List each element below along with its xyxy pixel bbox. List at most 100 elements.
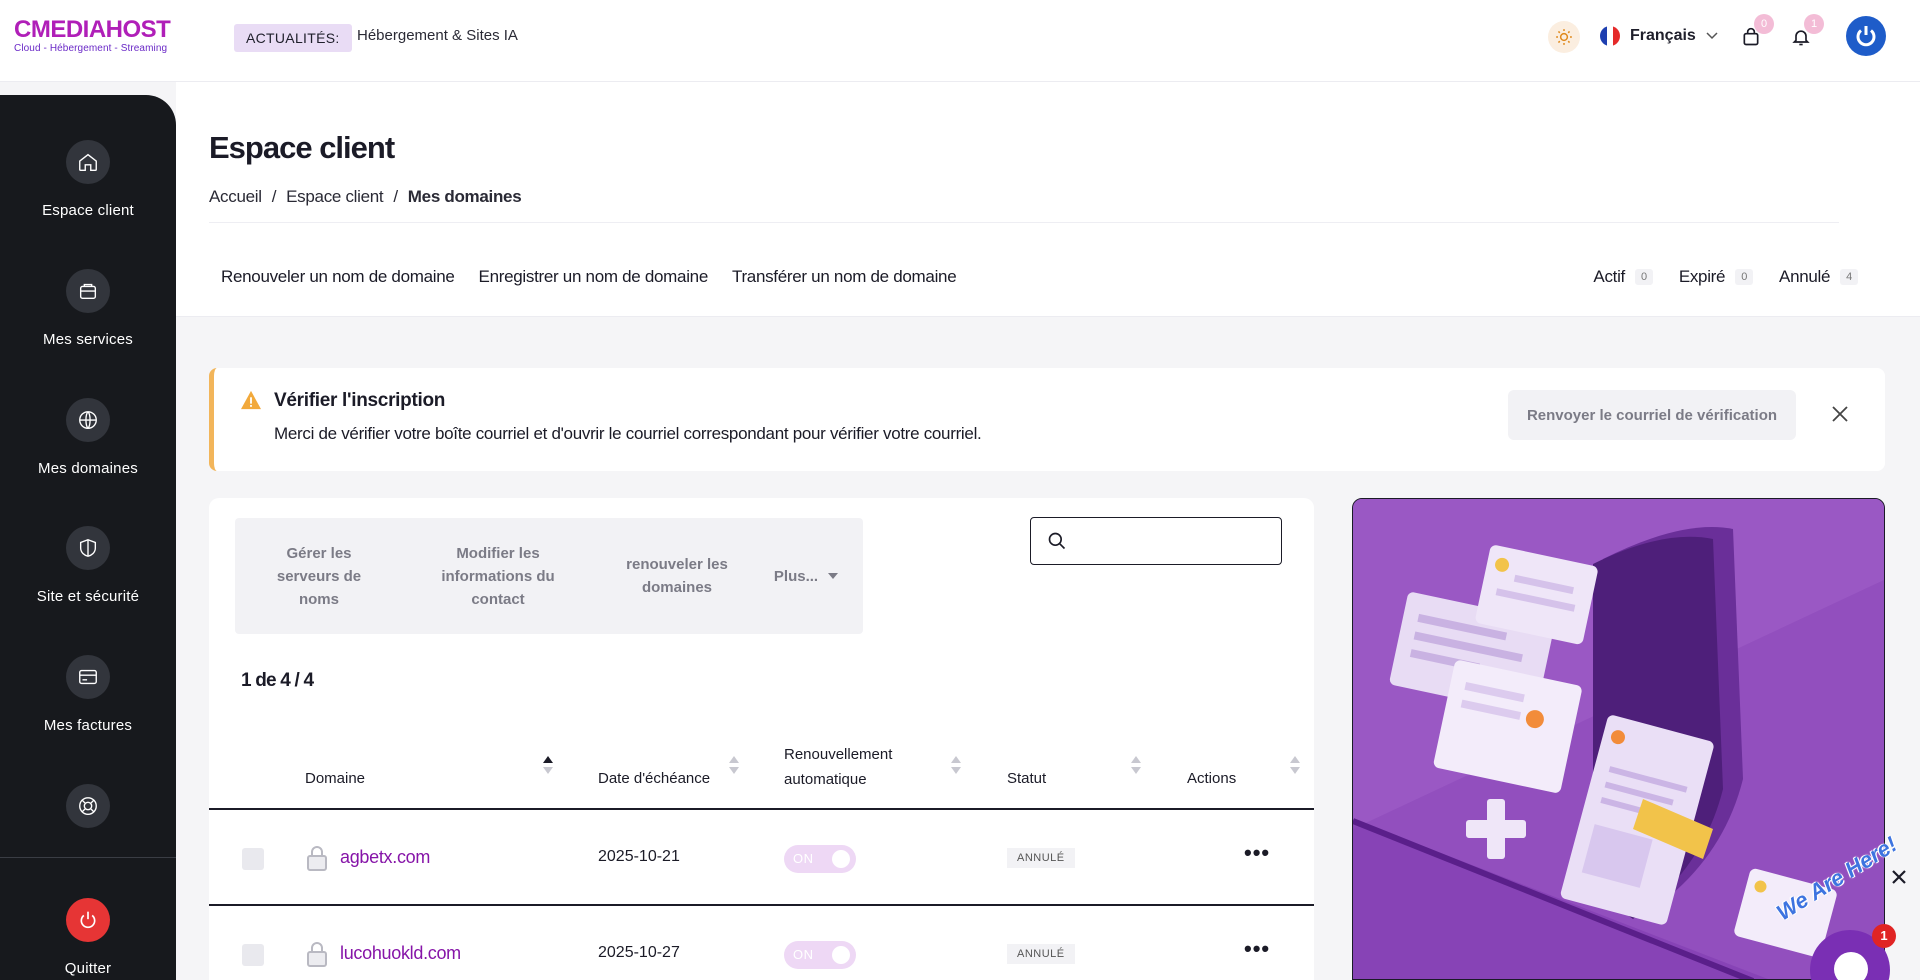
sidebar-icon-wrap: [66, 526, 110, 570]
breadcrumb-current: Mes domaines: [407, 187, 522, 206]
column-header-domain[interactable]: Domaine: [305, 766, 365, 791]
quit-icon-wrap: [66, 898, 110, 942]
sidebar-icon-wrap: [66, 784, 110, 828]
language-selector[interactable]: Français: [1600, 26, 1718, 46]
notification-count-badge: 1: [1804, 14, 1824, 34]
user-avatar-button[interactable]: [1846, 16, 1886, 56]
sort-arrows-icon[interactable]: [951, 756, 961, 774]
status-count-badge: 0: [1735, 269, 1754, 285]
quit-button[interactable]: Quitter: [0, 898, 176, 977]
alert-title: Vérifier l'inscription: [274, 390, 446, 411]
search-field[interactable]: [1030, 517, 1282, 565]
sidebar-item-label: Mes domaines: [38, 460, 138, 477]
bulk-manage-nameservers-button[interactable]: Gérer les serveurs de noms: [235, 542, 403, 611]
breadcrumb-divider: [209, 222, 1839, 223]
resend-verification-button[interactable]: Renvoyer le courriel de vérification: [1508, 390, 1796, 440]
sidebar: Espace client Mes services Mes domaines …: [0, 95, 176, 980]
sort-arrows-icon[interactable]: [729, 756, 739, 774]
cart-count-badge: 0: [1754, 14, 1774, 34]
chat-widget[interactable]: We Are Here! 1: [1764, 831, 1920, 980]
top-bar: CMEDIAHOST Cloud - Hébergement - Streami…: [0, 0, 1920, 82]
shield-icon: [79, 539, 97, 557]
news-text[interactable]: Hébergement & Sites IA: [357, 27, 518, 44]
sidebar-item-mes-domaines[interactable]: Mes domaines: [0, 398, 176, 477]
search-icon: [1048, 532, 1066, 550]
tab-renew-domain[interactable]: Renouveler un nom de domaine: [221, 267, 455, 287]
pagination-count: 1 de 4 / 4: [241, 670, 314, 691]
table-row: agbetx.com 2025-10-21 ON ANNULÉ •••: [209, 810, 1314, 906]
row-actions-menu-button[interactable]: •••: [1244, 840, 1270, 866]
breadcrumb-link-accueil[interactable]: Accueil: [209, 187, 262, 207]
tab-register-domain[interactable]: Enregistrer un nom de domaine: [479, 267, 709, 287]
sidebar-icon-wrap: [66, 655, 110, 699]
tab-status-active[interactable]: Actif 0: [1593, 267, 1653, 287]
sidebar-item-label: Espace client: [42, 202, 134, 219]
sidebar-item-label: Mes factures: [43, 717, 133, 734]
theme-toggle-button[interactable]: [1548, 21, 1580, 53]
breadcrumb-separator: /: [393, 187, 398, 206]
search-input[interactable]: [1079, 526, 1269, 556]
power-icon: [1856, 26, 1876, 47]
column-header-auto-renew[interactable]: Renouvellement automatique: [784, 742, 892, 792]
row-actions-menu-button[interactable]: •••: [1244, 936, 1270, 962]
language-label: Français: [1630, 27, 1696, 44]
auto-renew-toggle[interactable]: ON: [784, 941, 856, 969]
breadcrumb-separator: /: [271, 187, 277, 206]
status-tab-label: Annulé: [1779, 267, 1831, 286]
sidebar-item-espace-client[interactable]: Espace client: [0, 140, 176, 219]
column-header-due-date[interactable]: Date d'échéance: [598, 766, 710, 791]
tab-status-cancelled[interactable]: Annulé 4: [1779, 267, 1858, 287]
sidebar-item-mes-services[interactable]: Mes services: [0, 269, 176, 348]
breadcrumb-link-espace-client[interactable]: Espace client: [286, 187, 384, 207]
auto-renew-toggle[interactable]: ON: [784, 845, 856, 873]
row-checkbox[interactable]: [242, 848, 264, 870]
sort-arrows-icon[interactable]: [1131, 756, 1141, 774]
page-title: Espace client: [209, 130, 395, 165]
lock-icon: [307, 942, 327, 967]
bulk-renew-button[interactable]: renouveler les domaines: [593, 553, 761, 599]
sidebar-icon-wrap: [66, 269, 110, 313]
domain-link[interactable]: agbetx.com: [340, 847, 430, 868]
domain-action-tabs: Renouveler un nom de domaine Enregistrer…: [221, 267, 957, 287]
sidebar-divider: [0, 857, 176, 858]
due-date: 2025-10-27: [598, 944, 680, 961]
globe-icon: [79, 411, 97, 429]
logo-tagline: Cloud - Hébergement - Streaming: [14, 43, 168, 54]
tab-status-expired[interactable]: Expiré 0: [1679, 267, 1754, 287]
chevron-down-icon: [1706, 32, 1718, 40]
sort-arrows-icon[interactable]: [543, 756, 553, 774]
power-icon: [80, 911, 96, 929]
close-icon[interactable]: [1829, 403, 1851, 425]
due-date: 2025-10-21: [598, 848, 680, 865]
toggle-label: ON: [793, 851, 814, 866]
domain-link[interactable]: lucohuokld.com: [340, 943, 461, 964]
status-tab-label: Actif: [1593, 267, 1625, 286]
bulk-more-dropdown[interactable]: Plus...: [761, 565, 851, 588]
quit-label: Quitter: [64, 960, 112, 977]
sidebar-item-support[interactable]: [0, 784, 176, 828]
france-flag-icon: [1600, 26, 1620, 46]
chat-unread-badge: 1: [1872, 924, 1896, 948]
brand-logo[interactable]: CMEDIAHOST Cloud - Hébergement - Streami…: [14, 18, 184, 55]
status-badge: ANNULÉ: [1007, 944, 1075, 964]
sort-arrows-icon[interactable]: [1290, 756, 1300, 774]
sidebar-icon-wrap: [66, 140, 110, 184]
notifications-button[interactable]: 1: [1788, 14, 1824, 50]
box-icon: [79, 283, 97, 300]
sidebar-item-site-securite[interactable]: Site et sécurité: [0, 526, 176, 605]
row-checkbox[interactable]: [242, 944, 264, 966]
status-badge: ANNULÉ: [1007, 848, 1075, 868]
cart-button[interactable]: 0: [1738, 14, 1774, 50]
column-header-status[interactable]: Statut: [1007, 766, 1046, 791]
alert-message: Merci de vérifier votre boîte courriel e…: [274, 424, 982, 443]
bulk-modify-contact-button[interactable]: Modifier les informations du contact: [403, 542, 593, 611]
news-badge: ACTUALITÉS:: [234, 24, 352, 52]
sidebar-item-mes-factures[interactable]: Mes factures: [0, 655, 176, 734]
toggle-label: ON: [793, 947, 814, 962]
breadcrumb: Accueil / Espace client / Mes domaines: [209, 187, 522, 207]
more-label: Plus...: [773, 567, 819, 585]
domains-table-card: Gérer les serveurs de noms Modifier les …: [209, 498, 1314, 980]
warning-icon: [241, 390, 261, 410]
table-row: lucohuokld.com 2025-10-27 ON ANNULÉ •••: [209, 906, 1314, 980]
tab-transfer-domain[interactable]: Transférer un nom de domaine: [732, 267, 957, 287]
